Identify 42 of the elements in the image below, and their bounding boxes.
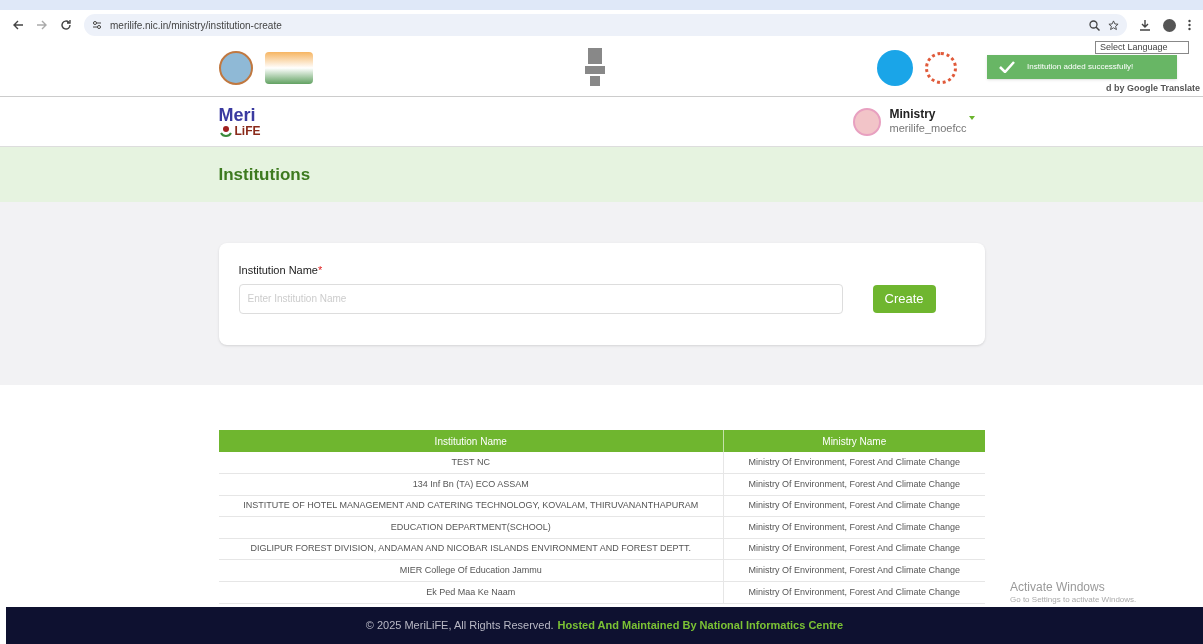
table-cell: DIGLIPUR FOREST DIVISION, ANDAMAN AND NICOBAR ISLANDS ENVIRONMENT AND FOREST DEPTT. xyxy=(218,538,724,560)
reload-icon[interactable] xyxy=(60,19,72,31)
hosting-credit: Hosted And Maintained By National Informatics Centre xyxy=(557,618,844,634)
toast-message: Institution added successfully! xyxy=(1027,61,1134,73)
star-icon[interactable] xyxy=(1108,19,1119,31)
table-cell: Ek Ped Maa Ke Naam xyxy=(218,581,724,604)
activation-notice-subtitle: Go to Settings to activate Windows. xyxy=(1010,595,1137,605)
column-header: Institution Name xyxy=(218,430,724,452)
column-header: Ministry Name xyxy=(723,430,985,452)
user-name: Ministry xyxy=(889,107,937,123)
table-cell: Ministry Of Environment, Forest And Climate Change xyxy=(723,581,985,604)
profile-avatar[interactable] xyxy=(1163,18,1176,32)
url-text: merilife.nic.in/ministry/institution-create xyxy=(110,18,282,33)
logo-wordmark: Meri xyxy=(218,105,257,124)
copyright-text: © 2025 MeriLiFE, All Rights Reserved. xyxy=(365,618,554,634)
download-icon[interactable] xyxy=(1139,19,1151,31)
table-cell: Ministry Of Environment, Forest And Climate Change xyxy=(723,516,985,539)
site-settings-icon[interactable] xyxy=(92,20,102,30)
table-cell: TEST NC xyxy=(218,452,724,474)
user-username: merilife_moefcc xyxy=(889,122,967,136)
checkmark-icon xyxy=(999,61,1015,73)
page-title: Institutions xyxy=(218,163,311,186)
menu-icon[interactable] xyxy=(1188,19,1191,31)
translate-credit: d by Google Translate xyxy=(1105,82,1200,95)
activation-notice-title: Activate Windows xyxy=(1010,580,1106,595)
table-cell: Ministry Of Environment, Forest And Climate Change xyxy=(723,495,985,517)
table-cell: Ministry Of Environment, Forest And Climate Change xyxy=(723,538,985,560)
field-label: Institution Name* xyxy=(238,263,324,278)
logo-subtitle: LiFE xyxy=(234,124,261,137)
dropdown-caret-icon[interactable] xyxy=(968,115,975,120)
sun-leaf-icon xyxy=(218,123,233,138)
table-cell: 134 Inf Bn (TA) ECO ASSAM xyxy=(218,473,724,496)
back-icon[interactable] xyxy=(12,19,24,31)
table-cell: Ministry Of Environment, Forest And Climate Change xyxy=(723,473,985,496)
table-cell: EDUCATION DEPARTMENT(SCHOOL) xyxy=(218,516,724,539)
language-select[interactable]: Select Language xyxy=(1095,41,1189,54)
table-cell: Ministry Of Environment, Forest And Climate Change xyxy=(723,559,985,582)
table-cell: Ministry Of Environment, Forest And Climate Change xyxy=(723,452,985,474)
address-bar[interactable]: merilife.nic.in/ministry/institution-create xyxy=(84,14,1127,36)
zoom-icon[interactable] xyxy=(1089,19,1100,31)
table-cell: INSTITUTE OF HOTEL MANAGEMENT AND CATERING TECHNOLOGY, KOVALAM, THIRUVANANTHAPURAM xyxy=(218,495,724,517)
table-cell: MIER College Of Education Jammu xyxy=(218,559,724,582)
